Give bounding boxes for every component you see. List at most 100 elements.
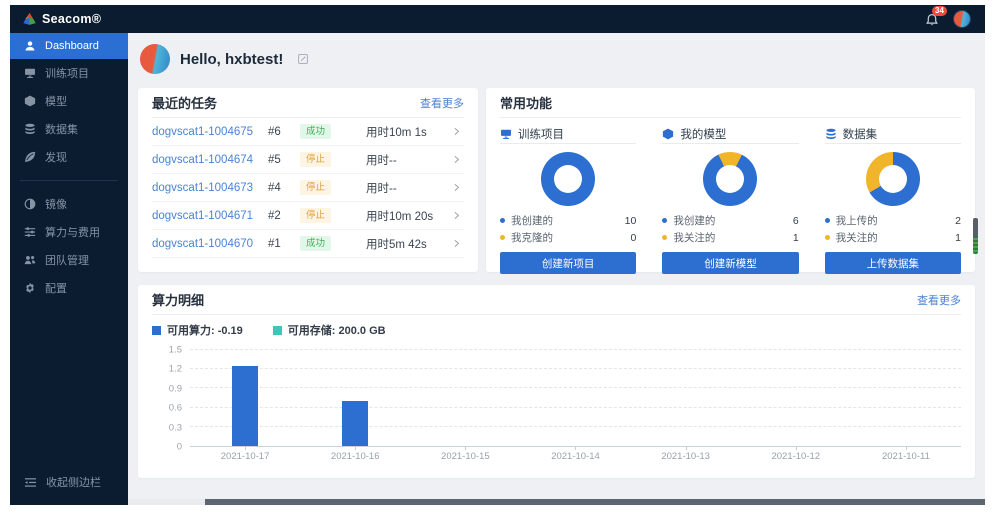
task-name-link[interactable]: dogvscat1-1004675 — [152, 126, 268, 138]
chevron-right-icon[interactable] — [452, 239, 464, 248]
x-tick-label: 2021-10-17 — [190, 447, 300, 462]
function-column-training-projects: 训练项目我创建的10我克隆的0创建新项目 — [500, 124, 636, 274]
task-duration: 用时-- — [366, 180, 452, 196]
task-duration: 用时10m 1s — [366, 124, 452, 140]
chart-bar[interactable] — [342, 401, 368, 446]
chevron-right-icon[interactable] — [452, 155, 464, 164]
sidebar: Dashboard训练项目模型数据集发现镜像算力与费用团队管理配置 收起侧边栏 — [10, 33, 128, 505]
function-columns: 训练项目我创建的10我克隆的0创建新项目我的模型我创建的6我关注的1创建新模型数… — [500, 118, 961, 274]
sidebar-item-label: 配置 — [45, 280, 67, 296]
recent-tasks-header: 最近的任务 查看更多 — [152, 88, 464, 118]
database-icon — [825, 128, 837, 140]
tasks-view-more-link[interactable]: 查看更多 — [420, 95, 464, 111]
function-column-title: 我的模型 — [680, 126, 726, 142]
recent-tasks-card: 最近的任务 查看更多 dogvscat1-1004675#6成功用时10m 1s… — [138, 88, 478, 272]
sidebar-item-team-management[interactable]: 团队管理 — [10, 246, 128, 274]
task-status-badge: 停止 — [300, 180, 331, 195]
edit-icon[interactable] — [297, 53, 309, 65]
cards-row: 最近的任务 查看更多 dogvscat1-1004675#6成功用时10m 1s… — [138, 88, 975, 272]
compute-view-more-link[interactable]: 查看更多 — [917, 292, 961, 308]
chart-plot — [190, 350, 961, 447]
legend-value: 0 — [630, 232, 636, 244]
chevron-right-icon[interactable] — [452, 183, 464, 192]
y-tick-label: 1.2 — [169, 364, 182, 375]
notifications-button[interactable]: 34 — [925, 11, 941, 27]
vertical-scrollbar-thumb[interactable] — [973, 218, 978, 254]
legend-swatch — [273, 326, 282, 335]
chart-legend-item[interactable]: 可用算力: -0.19 — [152, 322, 243, 338]
seacom-logo-icon — [22, 12, 37, 26]
sidebar-item-settings[interactable]: 配置 — [10, 274, 128, 302]
task-row[interactable]: dogvscat1-1004674#5停止用时-- — [152, 146, 464, 174]
datasets-action-button[interactable]: 上传数据集 — [825, 252, 961, 274]
x-tick-label: 2021-10-11 — [851, 447, 961, 462]
task-run-number: #2 — [268, 210, 300, 222]
cube-icon — [24, 95, 36, 107]
legend-label: 我关注的 — [673, 230, 715, 245]
legend-value: 1 — [793, 232, 799, 244]
task-row[interactable]: dogvscat1-1004670#1成功 用时5m 42s — [152, 230, 464, 258]
sidebar-item-images[interactable]: 镜像 — [10, 190, 128, 218]
task-run-number: #1 — [268, 238, 300, 250]
donut-legend-row: 我上传的2 — [825, 212, 961, 229]
task-status-badge: 成功 — [300, 124, 331, 139]
legend-label: 我创建的 — [511, 213, 553, 228]
sidebar-item-label: 模型 — [45, 93, 67, 109]
y-tick-label: 1.5 — [169, 345, 182, 356]
sidebar-item-training-projects[interactable]: 训练项目 — [10, 59, 128, 87]
task-name-link[interactable]: dogvscat1-1004671 — [152, 210, 268, 222]
donut-legend-row: 我关注的1 — [825, 229, 961, 246]
legend-label: 我创建的 — [673, 213, 715, 228]
task-name-link[interactable]: dogvscat1-1004674 — [152, 154, 268, 166]
task-row[interactable]: dogvscat1-1004671#2停止用时10m 20s — [152, 202, 464, 230]
collapse-icon — [24, 476, 37, 489]
chart-legend: 可用算力: -0.19 可用存储: 200.0 GB — [152, 323, 961, 337]
task-name-link[interactable]: dogvscat1-1004670 — [152, 238, 268, 250]
donut-legend-row: 我创建的10 — [500, 212, 636, 229]
training-projects-action-button[interactable]: 创建新项目 — [500, 252, 636, 274]
legend-dot — [500, 235, 505, 240]
task-run-number: #6 — [268, 126, 300, 138]
greeting-row: Hello, hxbtest! — [140, 43, 975, 75]
function-column-datasets: 数据集我上传的2我关注的1上传数据集 — [825, 124, 961, 274]
task-run-number: #5 — [268, 154, 300, 166]
chart-bar-slot — [520, 350, 630, 446]
brand-name: Seacom® — [42, 12, 101, 26]
function-column-header: 我的模型 — [662, 124, 798, 144]
x-tick-label: 2021-10-16 — [300, 447, 410, 462]
collapse-sidebar-button[interactable]: 收起侧边栏 — [10, 467, 128, 497]
task-duration: 用时5m 42s — [366, 236, 452, 252]
donut-chart — [703, 152, 757, 206]
chart-bar-slot — [741, 350, 851, 446]
chart-bar[interactable] — [232, 366, 258, 446]
horizontal-scrollbar-thumb[interactable] — [205, 499, 985, 505]
sidebar-item-dashboard[interactable]: Dashboard — [10, 33, 128, 59]
chart-bar-slot — [851, 350, 961, 446]
chevron-right-icon[interactable] — [452, 127, 464, 136]
task-row[interactable]: dogvscat1-1004673#4停止用时-- — [152, 174, 464, 202]
y-tick-label: 0.9 — [169, 383, 182, 394]
sidebar-item-label: 算力与费用 — [45, 224, 100, 240]
legend-dot — [825, 218, 830, 223]
sidebar-item-models[interactable]: 模型 — [10, 87, 128, 115]
sidebar-item-compute-billing[interactable]: 算力与费用 — [10, 218, 128, 246]
user-avatar[interactable] — [953, 10, 971, 28]
x-tick-label: 2021-10-14 — [520, 447, 630, 462]
chart-bar-slot — [300, 350, 410, 446]
bar-chart: 00.30.60.91.21.5 2021-10-172021-10-16202… — [152, 350, 961, 462]
database-icon — [24, 123, 36, 135]
task-name-link[interactable]: dogvscat1-1004673 — [152, 182, 268, 194]
my-models-action-button[interactable]: 创建新模型 — [662, 252, 798, 274]
x-tick-label: 2021-10-12 — [741, 447, 851, 462]
task-status-badge: 成功 — [300, 236, 331, 251]
donut-chart — [541, 152, 595, 206]
chevron-right-icon[interactable] — [452, 211, 464, 220]
task-row[interactable]: dogvscat1-1004675#6成功 用时10m 1s — [152, 118, 464, 146]
task-status-badge: 停止 — [300, 152, 331, 167]
mirror-icon — [24, 198, 36, 210]
chart-legend-item[interactable]: 可用存储: 200.0 GB — [273, 322, 386, 338]
sidebar-item-datasets[interactable]: 数据集 — [10, 115, 128, 143]
sidebar-item-discover[interactable]: 发现 — [10, 143, 128, 171]
function-column-my-models: 我的模型我创建的6我关注的1创建新模型 — [662, 124, 798, 274]
y-tick-label: 0.3 — [169, 422, 182, 433]
